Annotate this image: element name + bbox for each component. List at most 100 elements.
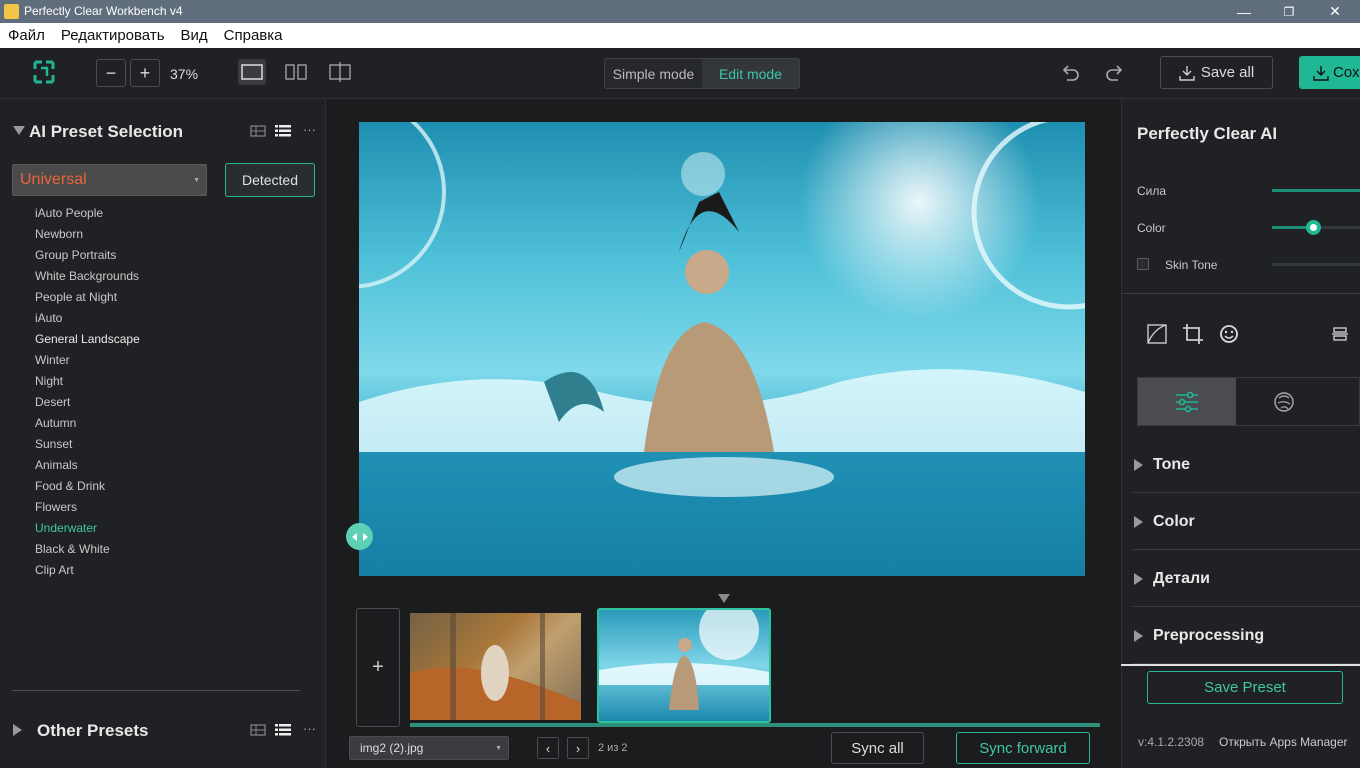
close-button[interactable]: ✕: [1312, 0, 1358, 23]
preset-item[interactable]: Food & Drink: [35, 478, 140, 499]
tab-ai-creative[interactable]: [1236, 378, 1334, 425]
sliders-icon: [1176, 391, 1198, 412]
preset-item[interactable]: Desert: [35, 394, 140, 415]
simple-mode-button[interactable]: Simple mode: [605, 59, 702, 88]
zoom-out-button[interactable]: −: [96, 59, 126, 87]
right-panel: [1121, 99, 1360, 768]
menu-edit[interactable]: Редактировать: [61, 27, 165, 44]
preset-item[interactable]: Underwater: [35, 520, 140, 541]
add-image-button[interactable]: +: [356, 608, 400, 727]
preset-item[interactable]: People at Night: [35, 289, 140, 310]
section-0[interactable]: Tone: [1133, 437, 1360, 493]
preset-item[interactable]: Sunset: [35, 436, 140, 457]
color-slider-thumb[interactable]: [1306, 220, 1321, 235]
expand-arrow-icon: [1134, 572, 1143, 585]
expand-arrow-icon: [1134, 629, 1143, 642]
save-all-button[interactable]: Save all: [1160, 56, 1273, 89]
previous-image-button[interactable]: ‹: [537, 737, 559, 759]
preset-item[interactable]: Clip Art: [35, 562, 140, 583]
save-button[interactable]: Сох: [1299, 56, 1360, 89]
section-3[interactable]: Preprocessing: [1133, 608, 1360, 664]
undo-icon[interactable]: [1058, 61, 1082, 85]
app-logo-icon[interactable]: [32, 59, 56, 85]
sync-forward-button[interactable]: Sync forward: [956, 732, 1090, 764]
drag-arrows-icon: [351, 532, 368, 541]
version-label: v:4.1.2.2308: [1138, 735, 1205, 749]
section-label: Color: [1153, 512, 1195, 530]
preset-dropdown[interactable]: Universal ▼: [12, 164, 207, 196]
minimize-button[interactable]: —: [1221, 0, 1267, 23]
detected-button[interactable]: Detected: [225, 163, 315, 197]
preset-item[interactable]: Autumn: [35, 415, 140, 436]
strength-slider[interactable]: [1272, 189, 1360, 192]
preset-list: iAuto People Newborn Group Portraits White …: [35, 205, 140, 583]
redo-icon[interactable]: [1103, 61, 1127, 85]
preset-item[interactable]: Black & White: [35, 541, 140, 562]
maximize-button[interactable]: ❐: [1266, 0, 1312, 23]
save-preset-button[interactable]: Save Preset: [1147, 671, 1343, 704]
tab-adjustments[interactable]: [1138, 378, 1236, 425]
preset-item[interactable]: Flowers: [35, 499, 140, 520]
face-icon[interactable]: [1217, 322, 1241, 346]
main-image[interactable]: [359, 122, 1085, 576]
window-title: Perfectly Clear Workbench v4: [24, 4, 183, 18]
menu-help[interactable]: Справка: [224, 27, 283, 44]
app-icon: [4, 4, 19, 19]
expand-arrow-icon: [1134, 515, 1143, 528]
file-dropdown-value: img2 (2).jpg: [360, 741, 424, 755]
crop-icon[interactable]: [1181, 322, 1205, 346]
color-label: Color: [1137, 221, 1166, 235]
skin-tone-slider[interactable]: [1272, 263, 1360, 266]
apps-manager-link[interactable]: Открыть Apps Manager: [1219, 735, 1348, 749]
thumbnail-selected[interactable]: [597, 608, 771, 723]
menu-file[interactable]: Файл: [8, 27, 45, 44]
ai-preset-selection-title: AI Preset Selection: [29, 122, 184, 141]
chevron-down-icon: ▼: [193, 177, 200, 184]
preset-item[interactable]: General Landscape: [35, 331, 140, 352]
list-view-icon[interactable]: [275, 124, 291, 138]
sync-all-button[interactable]: Sync all: [831, 732, 924, 764]
thumbnail[interactable]: [410, 613, 581, 720]
download-icon: [1313, 65, 1329, 81]
preset-item[interactable]: Group Portraits: [35, 247, 140, 268]
filmstrip-scrollbar[interactable]: [410, 723, 1100, 727]
zoom-in-button[interactable]: +: [130, 59, 160, 87]
list-view-icon[interactable]: [275, 723, 291, 737]
grid-view-icon[interactable]: [250, 124, 266, 138]
curves-icon[interactable]: [1145, 322, 1169, 346]
section-label: Preprocessing: [1153, 626, 1265, 644]
side-by-side-view-icon[interactable]: [282, 59, 310, 85]
split-view-icon[interactable]: [326, 59, 354, 85]
download-icon: [1179, 65, 1195, 81]
more-options-icon[interactable]: ···: [303, 721, 316, 736]
section-1[interactable]: Color: [1133, 494, 1360, 550]
layers-icon[interactable]: [1328, 322, 1352, 346]
preset-item[interactable]: Night: [35, 373, 140, 394]
menu-view[interactable]: Вид: [181, 27, 208, 44]
collapse-arrow-icon[interactable]: [13, 126, 25, 135]
divider: [1121, 664, 1360, 666]
preset-item[interactable]: iAuto People: [35, 205, 140, 226]
preset-item[interactable]: Animals: [35, 457, 140, 478]
preset-item[interactable]: White Backgrounds: [35, 268, 140, 289]
grid-view-icon[interactable]: [250, 723, 266, 737]
more-options-icon[interactable]: ···: [303, 122, 316, 137]
single-view-icon[interactable]: [238, 59, 266, 85]
skin-tone-checkbox[interactable]: [1137, 258, 1149, 270]
divider: [12, 690, 300, 691]
page-count: 2 из 2: [598, 742, 628, 754]
section-label: Детали: [1153, 569, 1211, 587]
section-label: Tone: [1153, 455, 1191, 473]
split-handle[interactable]: [346, 523, 373, 550]
divider: [1121, 293, 1360, 294]
edit-mode-button[interactable]: Edit mode: [702, 59, 799, 88]
chevron-down-icon: ▼: [495, 745, 502, 752]
title-bar: Perfectly Clear Workbench v4 — ❐ ✕: [0, 0, 1360, 23]
expand-arrow-icon[interactable]: [13, 724, 22, 736]
preset-item[interactable]: iAuto: [35, 310, 140, 331]
next-image-button[interactable]: ›: [567, 737, 589, 759]
preset-item[interactable]: Newborn: [35, 226, 140, 247]
preset-item[interactable]: Winter: [35, 352, 140, 373]
section-2[interactable]: Детали: [1133, 551, 1360, 607]
file-dropdown[interactable]: img2 (2).jpg ▼: [349, 736, 509, 760]
